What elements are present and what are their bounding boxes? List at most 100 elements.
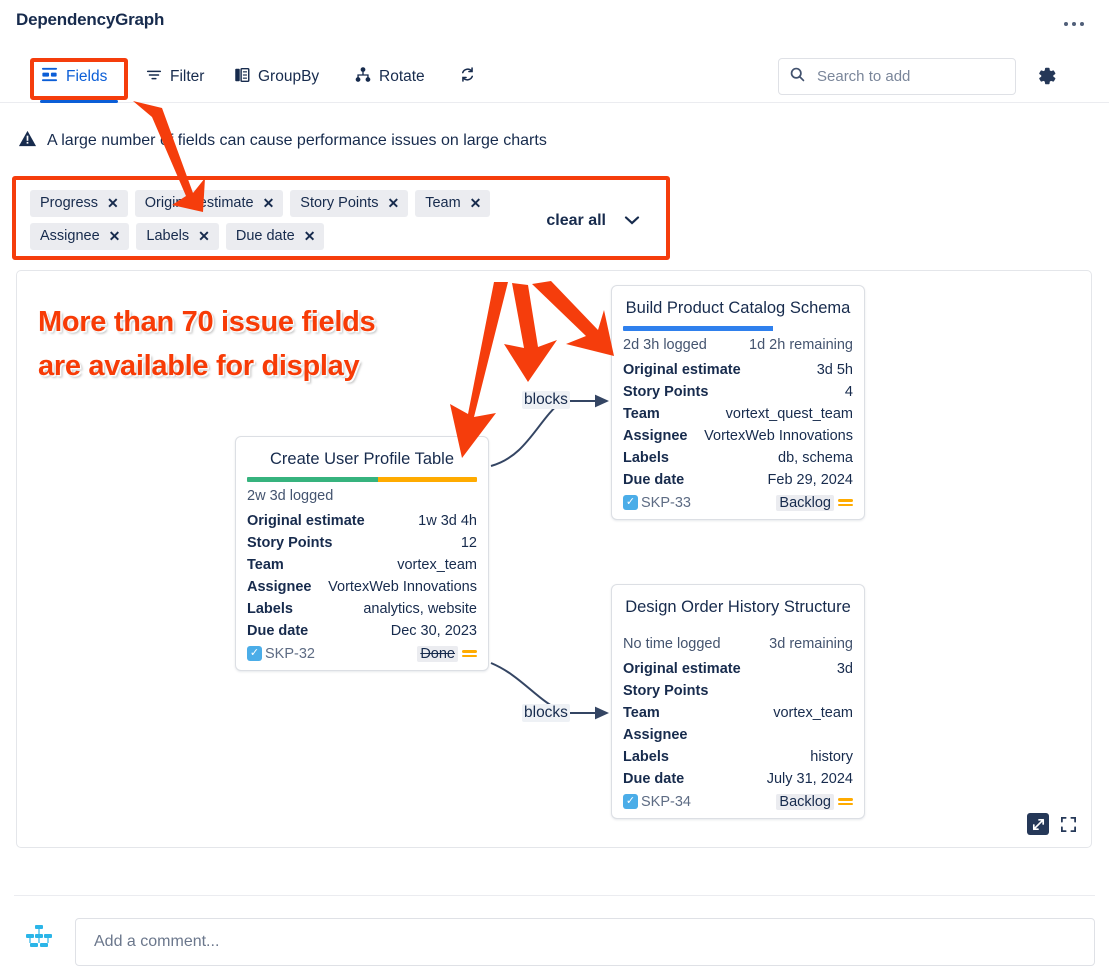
issue-field-row: Story Points <box>623 680 853 702</box>
dependency-graph-canvas[interactable]: blocks blocks Build Product Catalog Sche… <box>16 270 1092 848</box>
resize-diagonal-icon[interactable] <box>1027 813 1049 835</box>
field-chip[interactable]: Story Points ✕ <box>290 190 408 217</box>
rotate-icon <box>354 66 372 89</box>
field-key: Story Points <box>623 680 708 702</box>
issue-card[interactable]: Build Product Catalog Schema 2d 3h logge… <box>611 285 865 520</box>
tab-filter-label: Filter <box>170 69 204 85</box>
issue-field-row: Team vortext_quest_team <box>623 403 853 425</box>
issue-field-row: Story Points 4 <box>623 381 853 403</box>
groupby-icon <box>233 66 251 89</box>
time-tracking-row: 2w 3d logged <box>247 486 477 507</box>
tab-fields[interactable]: Fields <box>40 63 107 91</box>
status-group: Done <box>417 646 477 662</box>
performance-warning: A large number of fields can cause perfo… <box>18 129 547 153</box>
field-key: Original estimate <box>247 510 365 532</box>
priority-icon <box>838 798 853 805</box>
field-chip[interactable]: Progress ✕ <box>30 190 128 217</box>
edge-label-blocks: blocks <box>522 704 570 722</box>
tab-filter[interactable]: Filter <box>145 63 204 91</box>
clear-all-button[interactable]: clear all <box>546 190 650 230</box>
field-key: Team <box>247 554 284 576</box>
search-to-add-box[interactable] <box>778 58 1016 95</box>
issue-field-row: Team vortex_team <box>247 554 477 576</box>
graph-control-buttons <box>1027 813 1079 835</box>
issue-card-footer: ✓ SKP-32 Done <box>247 646 477 662</box>
time-remaining: 3d remaining <box>769 634 853 655</box>
field-key: Original estimate <box>623 658 741 680</box>
issue-key-group[interactable]: ✓ SKP-34 <box>623 794 691 810</box>
time-tracking-row: No time logged 3d remaining <box>623 634 853 655</box>
field-chip-label: Labels <box>146 228 189 244</box>
field-value: 1w 3d 4h <box>418 510 477 532</box>
issue-field-row: Assignee VortexWeb Innovations <box>623 425 853 447</box>
filter-icon <box>145 66 163 89</box>
field-chip-list: Progress ✕ Original estimate ✕ Story Poi… <box>30 190 510 250</box>
remove-field-icon[interactable]: ✕ <box>107 196 119 210</box>
fullscreen-icon[interactable] <box>1057 813 1079 835</box>
field-key: Assignee <box>623 425 687 447</box>
field-key: Due date <box>623 768 684 790</box>
priority-icon <box>838 499 853 506</box>
tab-rotate[interactable]: Rotate <box>354 63 425 91</box>
field-value: db, schema <box>778 447 853 469</box>
search-input[interactable] <box>815 67 1005 86</box>
progress-logged-segment <box>623 326 773 331</box>
field-value: 3d <box>837 658 853 680</box>
field-value: July 31, 2024 <box>767 768 853 790</box>
issue-field-row: Story Points 12 <box>247 532 477 554</box>
field-key: Story Points <box>623 381 708 403</box>
issue-field-row: Due date Dec 30, 2023 <box>247 620 477 642</box>
field-value: history <box>810 746 853 768</box>
remove-field-icon[interactable]: ✕ <box>387 196 399 210</box>
clear-all-label: clear all <box>546 212 606 230</box>
remove-field-icon[interactable]: ✕ <box>470 196 482 210</box>
progress-bar <box>247 477 477 482</box>
time-logged: No time logged <box>623 634 721 655</box>
progress-logged-segment <box>247 477 378 482</box>
field-value: Dec 30, 2023 <box>391 620 477 642</box>
issue-key-group[interactable]: ✓ SKP-32 <box>247 646 315 662</box>
issue-key: SKP-34 <box>641 794 691 810</box>
issue-field-row: Assignee VortexWeb Innovations <box>247 576 477 598</box>
remove-field-icon[interactable]: ✕ <box>198 229 210 243</box>
issue-field-row: Labels history <box>623 746 853 768</box>
issue-field-row: Assignee <box>623 724 853 746</box>
task-type-icon: ✓ <box>247 646 262 661</box>
dependency-graph-page: DependencyGraph Fields <box>0 0 1109 977</box>
status-group: Backlog <box>776 495 853 511</box>
chevron-down-icon[interactable] <box>624 212 640 230</box>
refresh-button[interactable] <box>458 63 484 91</box>
issue-card-footer: ✓ SKP-34 Backlog <box>623 794 853 810</box>
field-chip[interactable]: Original estimate ✕ <box>135 190 284 217</box>
issue-field-row: Labels analytics, website <box>247 598 477 620</box>
field-chip-label: Story Points <box>300 195 378 211</box>
settings-gear-icon[interactable] <box>1033 63 1059 89</box>
tab-fields-label: Fields <box>66 69 107 85</box>
issue-card-title: Build Product Catalog Schema <box>623 294 853 326</box>
add-comment-box[interactable] <box>75 918 1095 966</box>
issue-key-group[interactable]: ✓ SKP-33 <box>623 495 691 511</box>
field-key: Due date <box>623 469 684 491</box>
field-key: Original estimate <box>623 359 741 381</box>
issue-card[interactable]: Create User Profile Table 2w 3d logged O… <box>235 436 489 671</box>
comment-input[interactable] <box>92 932 1078 952</box>
field-chip[interactable]: Team ✕ <box>415 190 490 217</box>
fields-icon <box>40 65 59 89</box>
tab-groupby[interactable]: GroupBy <box>233 63 319 91</box>
field-key: Team <box>623 403 660 425</box>
issue-card[interactable]: Design Order History Structure No time l… <box>611 584 865 819</box>
issue-field-row: Team vortex_team <box>623 702 853 724</box>
issue-card-title: Create User Profile Table <box>247 445 477 477</box>
remove-field-icon[interactable]: ✕ <box>304 229 316 243</box>
field-chip-label: Assignee <box>40 228 100 244</box>
field-key: Due date <box>247 620 308 642</box>
issue-key: SKP-32 <box>265 646 315 662</box>
field-chip-label: Original estimate <box>145 195 254 211</box>
field-chip[interactable]: Assignee ✕ <box>30 223 129 250</box>
more-options-icon[interactable] <box>1057 12 1091 36</box>
field-chip[interactable]: Labels ✕ <box>136 223 218 250</box>
field-chip[interactable]: Due date ✕ <box>226 223 325 250</box>
remove-field-icon[interactable]: ✕ <box>109 229 121 243</box>
avatar <box>22 922 56 956</box>
remove-field-icon[interactable]: ✕ <box>263 196 275 210</box>
